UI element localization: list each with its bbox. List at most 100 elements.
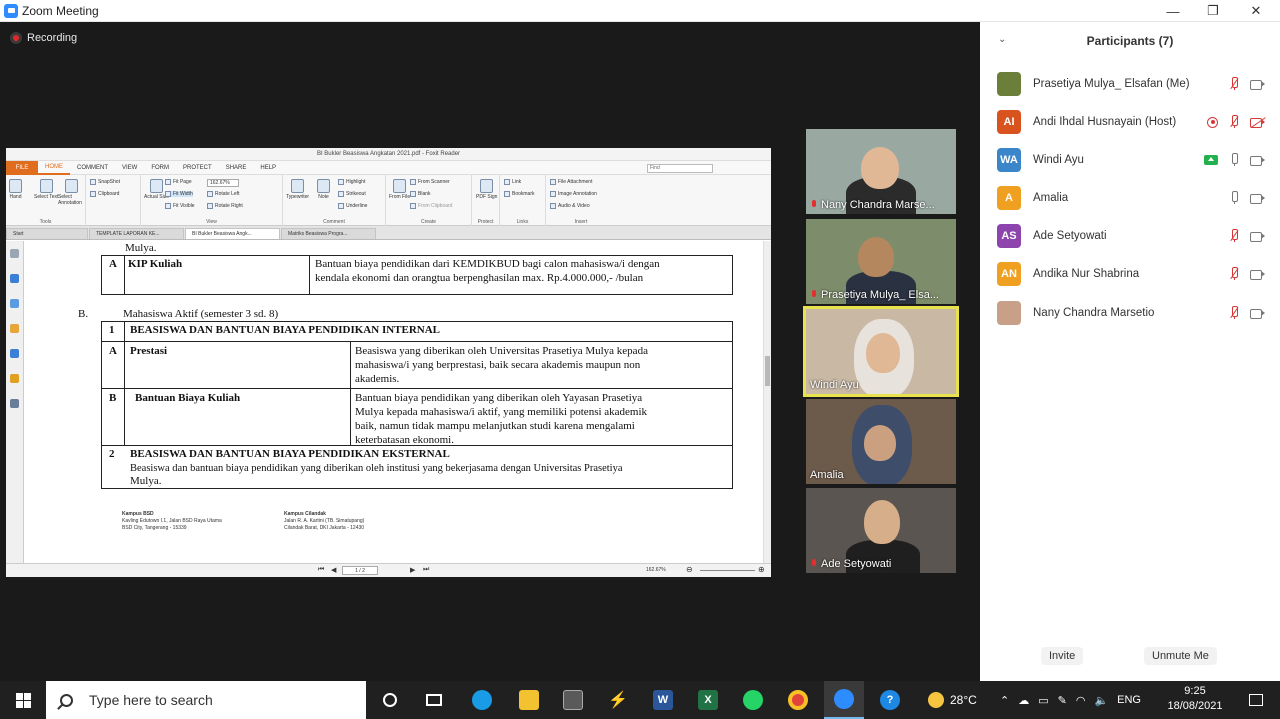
pen-tray-icon[interactable]: ✎: [1058, 694, 1067, 707]
prev-page-icon[interactable]: ◀: [331, 566, 336, 574]
rotate-right-button[interactable]: Rotate Right: [207, 203, 243, 209]
signatures-panel-icon[interactable]: [10, 399, 19, 408]
pdf-sign-button[interactable]: PDF Sign: [476, 179, 497, 200]
bookmark-button[interactable]: Bookmark: [504, 191, 535, 197]
video-tile[interactable]: Prasetiya Mulya_ Elsa...: [806, 219, 956, 304]
whatsapp-app[interactable]: [733, 681, 773, 719]
next-page-icon[interactable]: ▶: [410, 566, 415, 574]
file-explorer-app[interactable]: [509, 681, 549, 719]
page-number-input[interactable]: 1 / 2: [342, 566, 378, 575]
snapshot-button[interactable]: SnapShot: [90, 179, 120, 185]
wifi-icon[interactable]: ◠: [1076, 694, 1086, 707]
bookmark-panel-icon[interactable]: [10, 249, 19, 258]
app-shortcut[interactable]: ⚡: [598, 681, 638, 719]
video-tile-active-speaker[interactable]: Windi Ayu: [803, 306, 959, 397]
start-button[interactable]: [0, 681, 46, 719]
clipboard-button[interactable]: Clipboard: [90, 191, 119, 197]
note-button[interactable]: Note: [317, 179, 330, 200]
foxit-menu-help[interactable]: HELP: [253, 165, 283, 171]
zoom-slider[interactable]: [700, 570, 755, 571]
recording-indicator[interactable]: Recording: [10, 32, 77, 44]
chevron-up-icon[interactable]: ⌃: [1000, 694, 1009, 707]
pdf-page[interactable]: Mulya. A KIP Kuliah Bantuan biaya pendid…: [25, 241, 763, 563]
invite-button[interactable]: Invite: [1041, 647, 1084, 665]
weather-widget[interactable]: 28°C: [928, 681, 977, 719]
edge-app[interactable]: [462, 681, 502, 719]
participant-row[interactable]: AN Andika Nur Shabrina: [997, 260, 1280, 288]
participant-row[interactable]: AS Ade Setyowati: [997, 222, 1280, 250]
hand-tool-button[interactable]: Hand: [9, 179, 22, 200]
participant-row[interactable]: Nany Chandra Marsetio: [997, 299, 1280, 327]
store-app[interactable]: [553, 681, 593, 719]
rotate-left-button[interactable]: Rotate Left: [207, 191, 239, 197]
foxit-tab-template[interactable]: TEMPLATE LAPORAN KE...: [89, 228, 184, 239]
notification-button[interactable]: [1236, 681, 1276, 719]
audio-video-button[interactable]: Audio & Video: [550, 203, 590, 209]
foxit-menu-home[interactable]: HOME: [38, 161, 70, 175]
excel-app[interactable]: X: [688, 681, 728, 719]
zoom-select[interactable]: 162.67%: [207, 179, 239, 187]
task-view-button[interactable]: [414, 681, 454, 719]
video-tile[interactable]: Nany Chandra Marse...: [806, 129, 956, 214]
taskbar-clock[interactable]: 9:25 18/08/2021: [1165, 684, 1225, 714]
pdf-scroll-thumb[interactable]: [765, 356, 770, 386]
select-text-button[interactable]: Select Text: [34, 179, 58, 200]
participant-row[interactable]: WA Windi Ayu: [997, 146, 1280, 174]
last-page-icon[interactable]: ⏭: [423, 566, 429, 574]
underline-button[interactable]: Underline: [338, 203, 367, 209]
strikeout-button[interactable]: Strikeout: [338, 191, 366, 197]
pages-panel-icon[interactable]: [10, 274, 19, 283]
image-annotation-button[interactable]: Image Annotation: [550, 191, 597, 197]
zoom-in-icon[interactable]: ⊕: [758, 565, 765, 574]
video-tile[interactable]: Amalia: [806, 399, 956, 484]
from-clipboard-button[interactable]: From Clipboard: [410, 203, 452, 209]
shared-screen[interactable]: BI Bukler Beasiswa Angkatan 2021.pdf - F…: [6, 148, 771, 577]
cloud-icon[interactable]: ☁: [1018, 694, 1029, 707]
unmute-me-button[interactable]: Unmute Me: [1144, 647, 1217, 665]
pdf-scrollbar[interactable]: [763, 241, 771, 563]
foxit-tab-start[interactable]: Start: [6, 228, 88, 239]
zoom-app-taskbar[interactable]: [824, 681, 864, 719]
from-file-button[interactable]: From File: [389, 179, 410, 200]
fit-visible-button[interactable]: Fit Visible: [165, 203, 195, 209]
fit-page-button[interactable]: Fit Page: [165, 179, 192, 185]
restore-button[interactable]: ❐: [1193, 0, 1233, 22]
foxit-menu-share[interactable]: SHARE: [219, 165, 254, 171]
link-button[interactable]: Link: [504, 179, 521, 185]
chrome-app[interactable]: [778, 681, 818, 719]
participant-row[interactable]: Prasetiya Mulya_ Elsafan (Me): [997, 70, 1280, 98]
security-panel-icon[interactable]: [10, 374, 19, 383]
from-scanner-button[interactable]: From Scanner: [410, 179, 450, 185]
foxit-menu-comment[interactable]: COMMENT: [70, 165, 115, 171]
fit-width-button[interactable]: Fit Width: [165, 191, 193, 197]
foxit-menu-form[interactable]: FORM: [144, 165, 176, 171]
select-annotation-button[interactable]: Select Annotation: [58, 179, 85, 206]
language-indicator[interactable]: ENG: [1117, 694, 1141, 706]
participant-row[interactable]: AI Andi Ihdal Husnayain (Host): [997, 108, 1280, 136]
battery-icon[interactable]: ▭: [1038, 694, 1048, 707]
first-page-icon[interactable]: ⏮: [318, 566, 324, 574]
foxit-menu-view[interactable]: VIEW: [115, 165, 144, 171]
participant-row[interactable]: A Amalia: [997, 184, 1280, 212]
foxit-menu-file[interactable]: FILE: [6, 160, 38, 175]
help-app[interactable]: ?: [870, 681, 910, 719]
attachments-panel-icon[interactable]: [10, 349, 19, 358]
minimize-button[interactable]: —: [1153, 0, 1193, 22]
foxit-menu-protect[interactable]: PROTECT: [176, 165, 219, 171]
foxit-tab-matriks[interactable]: Matriks Beasiswa Progra...: [281, 228, 376, 239]
file-attachment-button[interactable]: File Attachment: [550, 179, 592, 185]
close-button[interactable]: ✕: [1236, 0, 1276, 22]
foxit-search-input[interactable]: Find: [647, 164, 713, 173]
taskbar-search[interactable]: Type here to search: [46, 681, 366, 719]
blank-button[interactable]: Blank: [410, 191, 431, 197]
word-app[interactable]: W: [643, 681, 683, 719]
foxit-tab-bukler[interactable]: BI Bukler Beasiswa Angk...: [185, 228, 280, 239]
comments-panel-icon[interactable]: [10, 324, 19, 333]
zoom-out-icon[interactable]: ⊖: [686, 565, 693, 574]
video-tile[interactable]: Ade Setyowati: [806, 488, 956, 573]
cortana-button[interactable]: [370, 681, 410, 719]
highlight-button[interactable]: Highlight: [338, 179, 365, 185]
typewriter-button[interactable]: Typewriter: [286, 179, 309, 200]
layers-panel-icon[interactable]: [10, 299, 19, 308]
volume-icon[interactable]: 🔈: [1094, 694, 1108, 707]
